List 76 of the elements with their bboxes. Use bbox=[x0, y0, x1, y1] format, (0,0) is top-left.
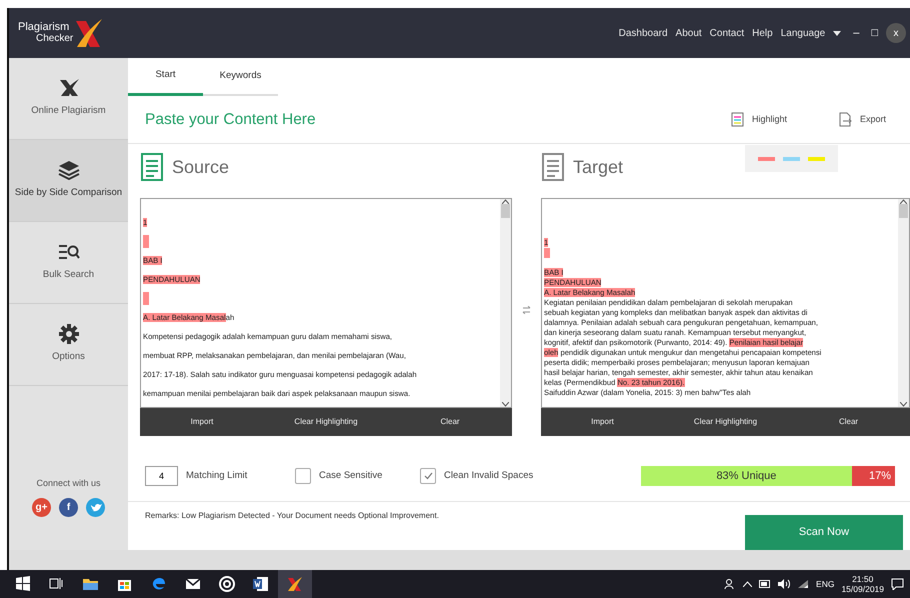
checkbox[interactable] bbox=[420, 468, 436, 484]
language-indicator[interactable]: ENG bbox=[816, 578, 834, 590]
connect-label: Connect with us bbox=[35, 476, 102, 490]
volume-icon[interactable] bbox=[778, 579, 790, 589]
panel-title: Source bbox=[172, 156, 230, 180]
scrollbar[interactable] bbox=[500, 199, 511, 408]
page-heading: Paste your Content Here bbox=[145, 110, 316, 130]
windows-icon[interactable] bbox=[14, 575, 32, 593]
social-icon[interactable]: f bbox=[59, 498, 78, 517]
limit-field[interactable]: 4 bbox=[145, 466, 178, 486]
highlight-button[interactable]: Highlight bbox=[730, 112, 787, 128]
people-icon[interactable] bbox=[724, 578, 736, 590]
sidebar-item[interactable]: Side by Side Comparison bbox=[9, 140, 128, 222]
export-button[interactable]: Export bbox=[838, 112, 886, 128]
document-icon bbox=[541, 152, 565, 182]
chevron-up-icon[interactable] bbox=[743, 581, 752, 587]
checkbox-label: Case Sensitive bbox=[319, 469, 382, 484]
sidebar-item-label: Options bbox=[52, 350, 85, 364]
sidebar-item-label: Online Plagiarism bbox=[31, 104, 106, 118]
clock-time: 21:50 bbox=[852, 574, 874, 584]
x-logo-icon bbox=[73, 17, 104, 49]
scroll-up-icon[interactable] bbox=[900, 199, 907, 204]
social-icon[interactable]: g+ bbox=[32, 498, 51, 517]
clock-date: 15/09/2019 bbox=[841, 584, 884, 594]
tab[interactable]: Keywords bbox=[203, 58, 278, 96]
nav-link[interactable]: Contact bbox=[710, 26, 744, 40]
toolbar-button[interactable]: Clear bbox=[388, 408, 512, 436]
sidebar-item-label: Bulk Search bbox=[42, 268, 94, 282]
notification-icon[interactable] bbox=[891, 578, 904, 590]
scan-now-button[interactable]: Scan Now bbox=[745, 515, 903, 550]
toolbar-button[interactable]: Clear bbox=[787, 408, 910, 436]
scroll-down-icon[interactable] bbox=[502, 402, 509, 408]
word-icon[interactable] bbox=[252, 575, 270, 593]
nav-link[interactable]: Language bbox=[780, 26, 826, 40]
highlight-icon bbox=[730, 112, 744, 128]
toolbar-button[interactable]: Import bbox=[140, 408, 264, 436]
camera-icon[interactable] bbox=[218, 575, 236, 593]
tab[interactable]: Start bbox=[128, 58, 203, 96]
scrollbar[interactable] bbox=[898, 199, 909, 408]
toolbar-button[interactable]: Import bbox=[541, 408, 664, 436]
scroll-up-icon[interactable] bbox=[502, 199, 509, 204]
panel-title: Target bbox=[573, 156, 624, 180]
nav-link[interactable]: About bbox=[676, 26, 702, 40]
logo-subtitle: Checker bbox=[35, 33, 74, 45]
wifi-icon[interactable] bbox=[797, 579, 810, 589]
checkbox-label: Clean Invalid Spaces bbox=[444, 469, 534, 484]
plagiarism-percent: 17% bbox=[852, 466, 895, 486]
x-logo-icon[interactable] bbox=[286, 575, 304, 593]
minimize-button[interactable]: – bbox=[853, 24, 860, 42]
caret-icon[interactable] bbox=[833, 30, 842, 36]
text-area[interactable] bbox=[140, 198, 512, 408]
toolbar-button[interactable]: Clear Highlighting bbox=[264, 408, 388, 436]
unique-fill: 83% Unique bbox=[641, 466, 852, 486]
remarks-text: Remarks: Low Plagiarism Detected - Your Document needs Optional Improvement. bbox=[145, 510, 439, 522]
limit-label: Matching Limit bbox=[186, 469, 248, 484]
nav-link[interactable]: Dashboard bbox=[618, 26, 668, 40]
export-icon bbox=[838, 112, 852, 128]
document-icon bbox=[140, 152, 164, 182]
gear-icon bbox=[58, 324, 80, 344]
checkbox[interactable] bbox=[295, 468, 311, 484]
maximize-button[interactable]: □ bbox=[871, 24, 878, 42]
nav-link[interactable]: Help bbox=[752, 26, 773, 40]
logo-title: Plagiarism bbox=[18, 21, 70, 33]
text-area[interactable] bbox=[541, 198, 910, 408]
scroll-down-icon[interactable] bbox=[900, 402, 907, 408]
check-icon bbox=[424, 472, 432, 480]
scroll-thumb[interactable] bbox=[501, 204, 510, 218]
x-icon bbox=[58, 78, 80, 98]
swap-icon[interactable] bbox=[522, 306, 531, 314]
battery-icon[interactable] bbox=[759, 580, 772, 588]
sidebar-item-label: Side by Side Comparison bbox=[14, 186, 122, 200]
scroll-thumb[interactable] bbox=[899, 204, 908, 218]
close-button[interactable]: x bbox=[886, 23, 906, 43]
layers-icon bbox=[58, 160, 80, 180]
toolbar-button[interactable]: Clear Highlighting bbox=[664, 408, 787, 436]
twitter-bird-icon[interactable] bbox=[86, 498, 105, 517]
